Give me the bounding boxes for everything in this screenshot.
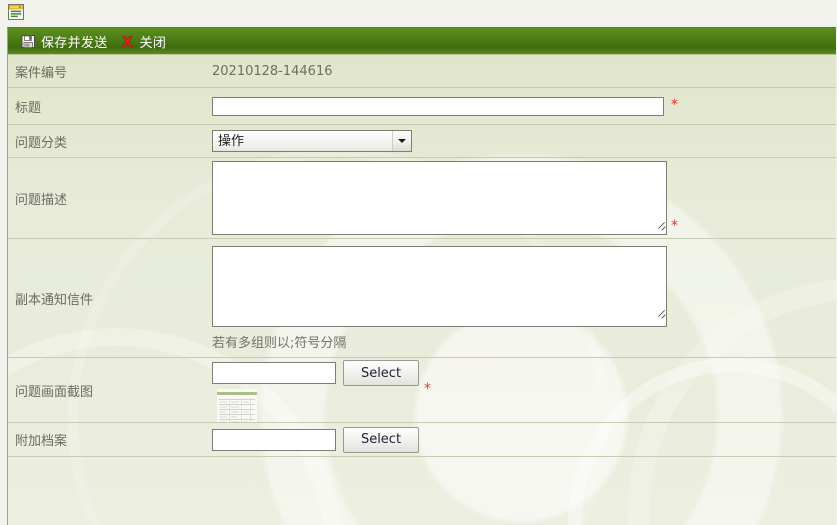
window-title-strip: [0, 0, 837, 26]
cc-mail-textarea[interactable]: [212, 245, 667, 327]
case-form-window: 保存并发送 关闭 案件编号 20210128-144616 标题 * 问题分类 …: [7, 27, 836, 525]
thumbnail-cell: [231, 410, 239, 413]
close-button[interactable]: 关闭: [117, 30, 176, 52]
form-footer-area: [8, 457, 836, 497]
field-cc-mail: 若有多组则以;符号分隔: [212, 239, 836, 357]
thumbnail-cell: [243, 420, 248, 422]
category-select[interactable]: 操作: [212, 130, 412, 153]
close-x-icon: [120, 34, 135, 49]
field-category: 操作: [212, 125, 836, 157]
app-root: 保存并发送 关闭 案件编号 20210128-144616 标题 * 问题分类 …: [0, 0, 837, 525]
label-attachment: 附加档案: [15, 434, 68, 449]
thumbnail-cell: [220, 400, 227, 403]
form-row-description: 问题描述 *: [8, 158, 836, 239]
field-attachment: Select: [212, 423, 836, 456]
thumbnail-cell: [220, 405, 227, 408]
save-and-send-button[interactable]: 保存并发送: [18, 30, 117, 52]
case-form: 案件编号 20210128-144616 标题 * 问题分类 操作 问题描述 *…: [8, 55, 836, 497]
screenshot-picker: Select: [212, 360, 836, 386]
thumbnail-header-bar: [217, 392, 257, 395]
title-input[interactable]: [212, 96, 664, 116]
cc-mail-hint: 若有多组则以;符号分隔: [212, 335, 347, 351]
required-marker-description: *: [671, 218, 678, 234]
label-screenshot: 问题画面截图: [15, 384, 94, 400]
footer-spacer: [8, 457, 212, 497]
required-marker-screenshot: *: [424, 381, 431, 397]
label-category: 问题分类: [15, 135, 68, 151]
attachment-select-button[interactable]: Select: [343, 426, 419, 453]
save-and-send-label: 保存并发送: [41, 35, 108, 51]
category-select-wrapper: 操作: [212, 130, 412, 153]
thumbnail-cell: [220, 410, 226, 413]
thumbnail-cell: [220, 415, 227, 418]
thumbnail-cell: [231, 405, 239, 408]
thumbnail-cell: [231, 400, 239, 403]
close-label: 关闭: [139, 35, 167, 51]
thumbnail-cell: [231, 415, 237, 418]
screenshot-select-button[interactable]: Select: [343, 360, 419, 386]
thumbnail-cell: [243, 400, 249, 403]
form-row-title: 标题 *: [8, 88, 836, 125]
label-case-no: 案件编号: [15, 65, 68, 81]
form-row-cc-mail: 副本通知信件 若有多组则以;符号分隔: [8, 239, 836, 358]
form-row-case-no: 案件编号 20210128-144616: [8, 55, 836, 88]
description-textarea[interactable]: [212, 161, 667, 235]
field-description: *: [212, 158, 836, 238]
label-cc-mail: 副本通知信件: [15, 292, 94, 308]
footer-field-spacer: [212, 457, 836, 497]
attached-screenshot-thumbnail[interactable]: [217, 389, 257, 422]
required-marker-title: *: [671, 97, 678, 113]
attachment-picker: Select: [212, 426, 836, 453]
form-toolbar: 保存并发送 关闭: [8, 28, 836, 55]
document-window-icon: [7, 3, 25, 21]
form-row-screenshot: 问题画面截图 Select *: [8, 358, 836, 423]
thumbnail-cell: [231, 420, 239, 422]
field-title: *: [212, 88, 836, 124]
field-screenshot: Select *: [212, 358, 836, 422]
case-no-value: 20210128-144616: [212, 63, 333, 79]
label-description: 问题描述: [15, 192, 68, 208]
label-title: 标题: [15, 100, 42, 116]
screenshot-file-input[interactable]: [212, 362, 336, 384]
thumbnail-cell: [220, 420, 226, 422]
field-case-no: 20210128-144616: [212, 55, 836, 87]
thumbnail-cell: [243, 410, 249, 413]
form-row-category: 问题分类 操作: [8, 125, 836, 158]
attachment-file-input[interactable]: [212, 428, 336, 451]
form-row-attachment: 附加档案 Select: [8, 423, 836, 457]
save-disk-icon: [21, 34, 36, 49]
